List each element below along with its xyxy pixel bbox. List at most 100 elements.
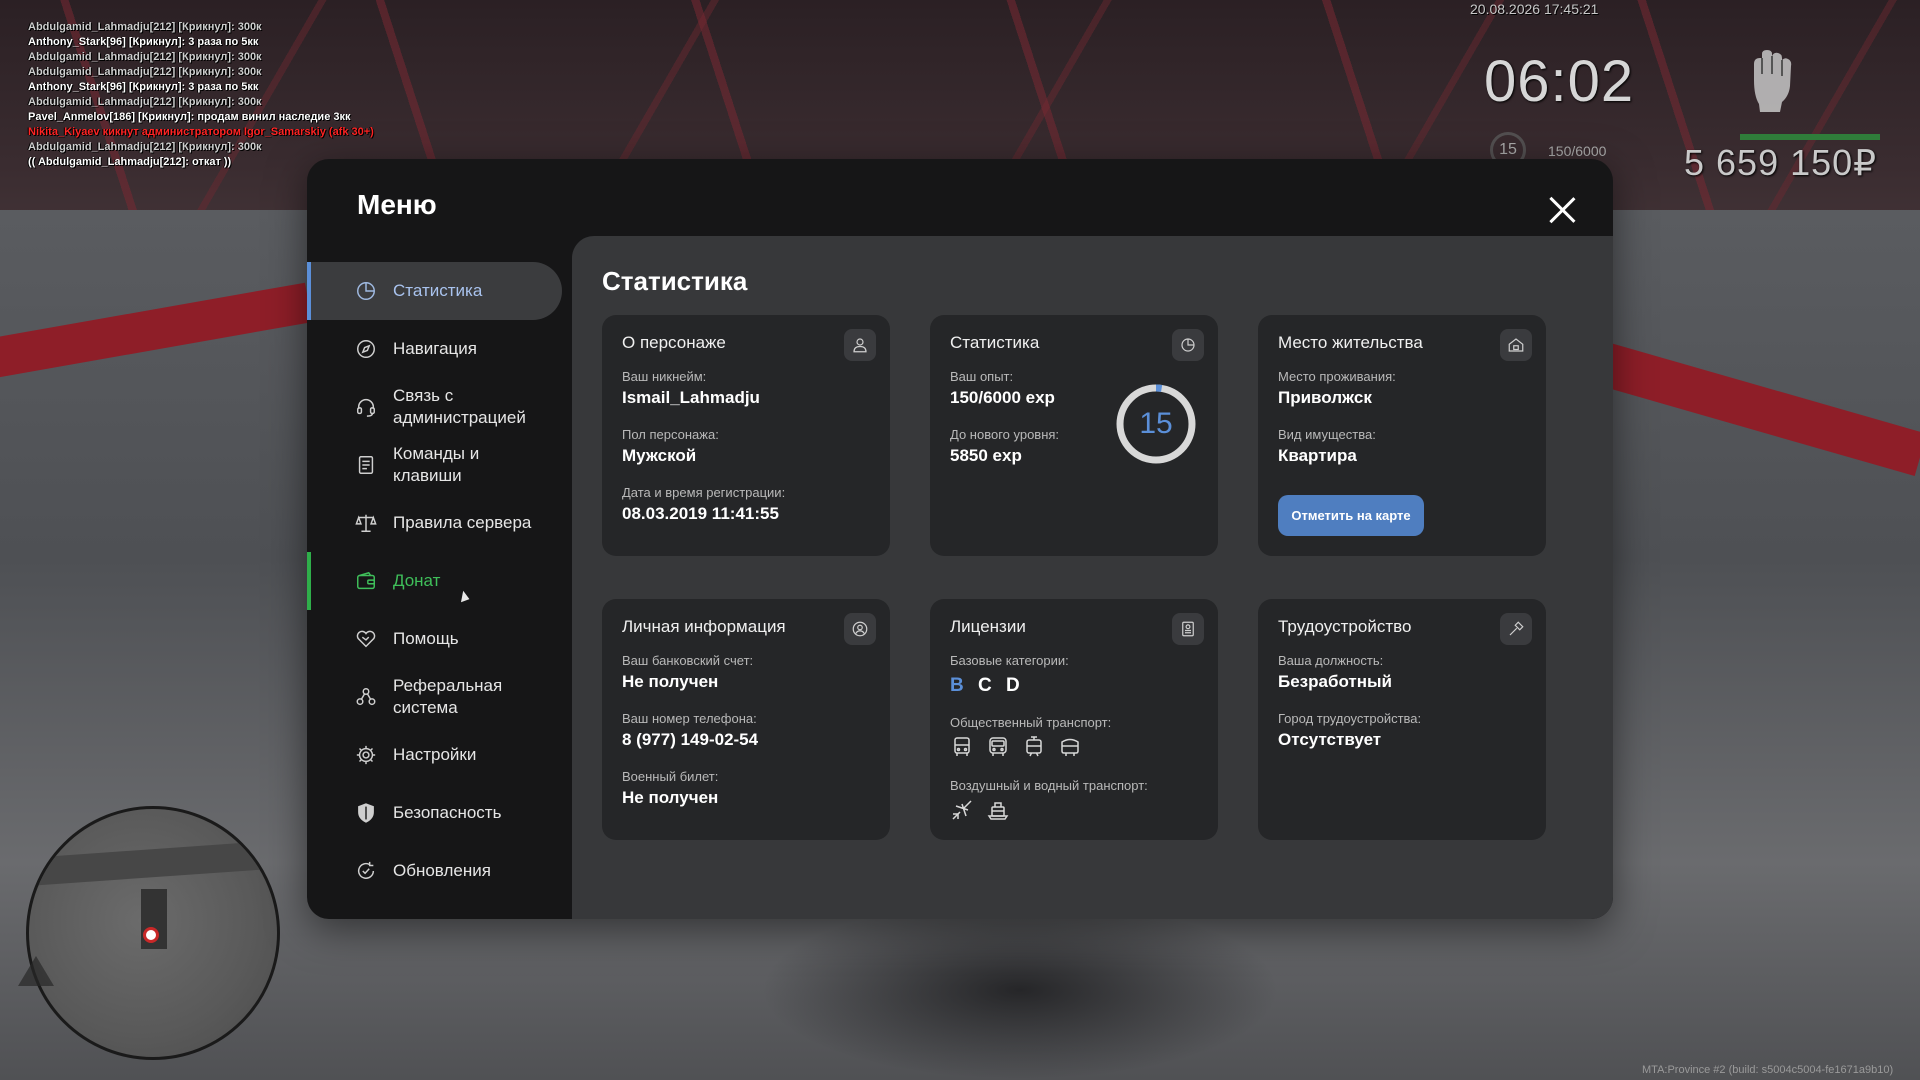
sidebar-item-navigation[interactable]: Навигация bbox=[307, 320, 573, 378]
license-category-c: C bbox=[978, 675, 992, 696]
public-transport-label: Общественный транспорт: bbox=[950, 715, 1112, 730]
player-marker-icon bbox=[143, 927, 159, 943]
license-category-d: D bbox=[1006, 675, 1020, 696]
hud-health-bar bbox=[1740, 134, 1880, 140]
stats-card: Статистика Ваш опыт: 150/6000 exp До нов… bbox=[930, 315, 1218, 556]
sidebar-item-statistics[interactable]: Статистика bbox=[307, 262, 562, 320]
shield-icon bbox=[358, 803, 374, 823]
sidebar-item-label: Команды и клавиши bbox=[393, 444, 480, 485]
sidebar-item-updates[interactable]: Обновления bbox=[307, 842, 573, 900]
chat-log: Abdulgamid_Lahmadju[212] [Крикнул]: 300к… bbox=[28, 20, 448, 170]
sidebar-item-label: Связь с администрацией bbox=[393, 386, 526, 427]
exp-value: 150/6000 exp bbox=[950, 388, 1055, 407]
handshake-icon bbox=[356, 630, 376, 648]
hammer-icon bbox=[1500, 613, 1532, 645]
user-circle-icon bbox=[844, 613, 876, 645]
menu-sidebar: Статистика Навигация Связь с администрац… bbox=[307, 262, 573, 900]
content-area: Статистика О персонаже Ваш никнейм: Isma… bbox=[572, 236, 1613, 919]
chat-line: Anthony_Stark[96] [Крикнул]: 3 раза по 5… bbox=[28, 81, 259, 93]
referral-icon bbox=[356, 688, 376, 706]
chat-line: Abdulgamid_Lahmadju[212] [Крикнул]: 300к bbox=[28, 66, 262, 78]
bank-account-label: Ваш банковский счет: bbox=[622, 653, 754, 668]
airplane-icon bbox=[952, 800, 972, 820]
scales-icon bbox=[355, 514, 377, 532]
air-water-transport-label: Воздушный и водный транспорт: bbox=[950, 778, 1148, 793]
phone-value: 8 (977) 149-02-54 bbox=[622, 730, 759, 749]
military-id-label: Военный билет: bbox=[622, 769, 719, 784]
next-level-label: До нового уровня: bbox=[950, 427, 1060, 442]
phone-label: Ваш номер телефона: bbox=[622, 711, 757, 726]
sidebar-item-label: Статистика bbox=[393, 281, 483, 300]
card-title: Трудоустройство bbox=[1278, 617, 1412, 636]
hud-clock: 06:02 bbox=[1484, 49, 1635, 114]
license-categories: B C D bbox=[950, 675, 1029, 697]
hud-money: 5 659 150₽ bbox=[1684, 142, 1878, 183]
bank-account-value: Не получен bbox=[622, 672, 719, 691]
sidebar-item-admin-contact[interactable]: Связь с администрацией bbox=[307, 378, 573, 436]
nick-value: Ismail_Lahmadju bbox=[622, 388, 760, 407]
gender-value: Мужской bbox=[622, 446, 697, 465]
tram-icon bbox=[1026, 736, 1042, 757]
sidebar-item-label: Безопасность bbox=[393, 803, 502, 822]
next-level-value: 5850 exp bbox=[950, 446, 1022, 465]
chat-line: Abdulgamid_Lahmadju[212] [Крикнул]: 300к bbox=[28, 51, 262, 63]
pie-chart-icon bbox=[357, 282, 375, 300]
minimap-road bbox=[29, 840, 277, 886]
registration-value: 08.03.2019 11:41:55 bbox=[622, 504, 779, 523]
sidebar-item-settings[interactable]: Настройки bbox=[307, 726, 573, 784]
document-icon bbox=[358, 456, 374, 474]
coach-icon bbox=[989, 737, 1007, 756]
hud-date: 20.08.2026 17:45:21 bbox=[1470, 1, 1599, 17]
sidebar-item-help[interactable]: Помощь bbox=[307, 610, 573, 668]
base-categories-label: Базовые категории: bbox=[950, 653, 1069, 668]
sidebar-item-label: Правила сервера bbox=[393, 513, 532, 532]
sidebar-item-label: Реферальная система bbox=[393, 676, 503, 717]
refresh-icon bbox=[357, 861, 375, 879]
public-transport-icons bbox=[950, 735, 1082, 759]
sidebar-item-security[interactable]: Безопасность bbox=[307, 784, 573, 842]
minimap bbox=[26, 806, 280, 1060]
compass-icon bbox=[357, 340, 375, 358]
chat-line: Anthony_Stark[96] [Крикнул]: 3 раза по 5… bbox=[28, 36, 259, 48]
job-position-value: Безработный bbox=[1278, 672, 1392, 691]
residence-place-label: Место проживания: bbox=[1278, 369, 1396, 384]
sidebar-item-label: Навигация bbox=[393, 339, 477, 358]
nick-label: Ваш никнейм: bbox=[622, 369, 707, 384]
personal-info-card: Личная информация Ваш банковский счет: Н… bbox=[602, 599, 890, 840]
close-icon[interactable] bbox=[1545, 193, 1579, 227]
sidebar-item-referral[interactable]: Реферальная система bbox=[307, 668, 573, 726]
job-position-label: Ваша должность: bbox=[1278, 653, 1384, 668]
sidebar-item-donate[interactable]: Донат bbox=[307, 552, 573, 610]
bus-icon bbox=[954, 737, 970, 756]
gear-icon bbox=[356, 745, 376, 765]
card-title: Статистика bbox=[950, 333, 1040, 352]
user-icon bbox=[844, 329, 876, 361]
sidebar-item-label: Помощь bbox=[393, 629, 459, 648]
build-info: MTA:Province #2 (build: s5004c5004-fe167… bbox=[1642, 1064, 1894, 1076]
card-title: О персонаже bbox=[622, 333, 726, 352]
sidebar-item-rules[interactable]: Правила сервера bbox=[307, 494, 573, 552]
registration-label: Дата и время регистрации: bbox=[622, 485, 786, 500]
air-water-transport-icons bbox=[950, 798, 1010, 822]
hud-exp: 150/6000 bbox=[1548, 143, 1607, 159]
exp-label: Ваш опыт: bbox=[950, 369, 1014, 384]
property-type-value: Квартира bbox=[1278, 446, 1357, 465]
chat-line: Nikita_Kiyaev кикнут администратором Igo… bbox=[28, 126, 374, 138]
sidebar-item-commands[interactable]: Команды и клавиши bbox=[307, 436, 573, 494]
license-category-b: B bbox=[950, 675, 964, 696]
boat-icon bbox=[987, 802, 1009, 820]
north-arrow-icon bbox=[18, 956, 54, 986]
sidebar-item-label: Настройки bbox=[393, 745, 477, 764]
sidebar-item-label: Донат bbox=[393, 571, 441, 590]
content-title: Статистика bbox=[602, 266, 748, 296]
residence-card: Место жительства Место проживания: Приво… bbox=[1258, 315, 1546, 556]
gender-label: Пол персонажа: bbox=[622, 427, 719, 442]
chat-line: Abdulgamid_Lahmadju[212] [Крикнул]: 300к bbox=[28, 21, 262, 33]
pie-chart-icon bbox=[1172, 329, 1204, 361]
mark-on-map-button[interactable]: Отметить на карте bbox=[1278, 495, 1424, 536]
job-city-value: Отсутствует bbox=[1278, 730, 1382, 749]
menu-title: Меню bbox=[357, 189, 437, 220]
level-number: 15 bbox=[1139, 407, 1173, 440]
property-type-label: Вид имущества: bbox=[1278, 427, 1376, 442]
residence-place-value: Приволжск bbox=[1278, 388, 1372, 407]
